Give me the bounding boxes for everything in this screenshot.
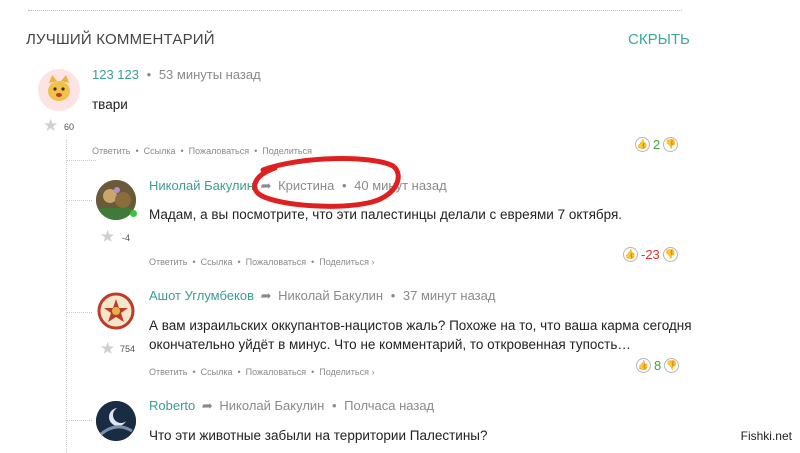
avatar[interactable] (38, 69, 80, 111)
emblem-icon (97, 292, 135, 330)
avatar[interactable] (96, 291, 136, 331)
comment-actions: Ответить • Ссылка • Пожаловаться • Поделиться … (149, 367, 374, 377)
link-link[interactable]: Ссылка (201, 367, 233, 377)
comment-score: 2 (653, 137, 661, 152)
reply-link[interactable]: Ответить (92, 146, 130, 156)
complain-link[interactable]: Пожаловаться (189, 146, 249, 156)
thumbs-up-icon[interactable]: 👍 (636, 358, 651, 373)
comment-meta: Ашот Углумбеков ➦ Николай Бакулин • 37 м… (149, 288, 495, 304)
author-name[interactable]: Николай Бакулин (149, 178, 254, 193)
comment-text: Мадам, а вы посмотрите, что эти палестин… (149, 207, 623, 222)
reply-link[interactable]: Ответить (149, 367, 187, 377)
watermark: Fishki.net (740, 429, 792, 443)
avatar-photo (96, 401, 136, 441)
author-name[interactable]: 123 123 (92, 67, 139, 82)
comment-time[interactable]: 37 минут назад (403, 288, 496, 303)
karma-value: 754 (120, 344, 136, 354)
reply-arrow-icon: ➦ (260, 178, 272, 193)
comment-actions: Ответить • Ссылка • Пожаловаться • Поделиться (92, 146, 312, 156)
comment-meta: 123 123 • 53 минуты назад (92, 67, 261, 82)
vote-controls: 👍 8 👎 (633, 358, 682, 373)
thread-branch (66, 312, 92, 313)
author-name[interactable]: Ашот Углумбеков (149, 288, 254, 303)
author-name[interactable]: Roberto (149, 398, 195, 413)
share-link[interactable]: Поделиться (262, 146, 312, 156)
meta-separator: • (331, 398, 337, 413)
comment-text-line-1: А вам израильских оккупантов-нацистов жа… (149, 318, 692, 333)
karma-value: 60 (64, 122, 75, 132)
rating-star-icon[interactable]: ★ (100, 340, 115, 357)
vote-controls: 👍 -23 👎 (620, 247, 681, 262)
comment-text-line-2: окончательно уйдёт в минус. Что не комме… (149, 337, 631, 352)
thumbs-up-icon[interactable]: 👍 (623, 247, 638, 262)
thread-branch (66, 200, 92, 201)
hide-button[interactable]: СКРЫТЬ (628, 31, 690, 48)
comment-time[interactable]: 40 минут назад (354, 178, 447, 193)
vote-controls: 👍 2 👎 (632, 137, 681, 152)
reply-to-name[interactable]: Кристина (278, 178, 334, 193)
comment-text: Что эти животные забыли на территории Па… (149, 428, 488, 443)
thumbs-down-icon[interactable]: 👎 (662, 247, 678, 262)
action-separator: • (237, 367, 241, 377)
comment-actions: Ответить • Ссылка • Пожаловаться • Поделиться … (149, 257, 374, 267)
complain-link[interactable]: Пожаловаться (246, 367, 306, 377)
karma-value: -4 (122, 233, 131, 243)
action-separator: • (192, 367, 196, 377)
share-link[interactable]: Поделиться (319, 257, 369, 267)
comment-score: 8 (654, 358, 662, 373)
comment-text: твари (92, 97, 128, 112)
meta-separator: • (341, 178, 347, 193)
reply-to-name[interactable]: Николай Бакулин (219, 398, 324, 413)
share-chevron-icon: › (371, 257, 375, 267)
action-separator: • (311, 257, 315, 267)
reply-arrow-icon: ➦ (201, 398, 213, 413)
section-title: ЛУЧШИЙ КОММЕНТАРИЙ (26, 31, 215, 48)
thread-branch (66, 420, 92, 421)
online-indicator (130, 210, 137, 217)
action-separator: • (180, 146, 184, 156)
rating-star-icon[interactable]: ★ (43, 117, 58, 134)
action-separator: • (254, 146, 258, 156)
action-separator: • (311, 367, 315, 377)
action-separator: • (237, 257, 241, 267)
thread-branch (66, 160, 96, 161)
cat-face-icon (48, 75, 70, 101)
complain-link[interactable]: Пожаловаться (246, 257, 306, 267)
reply-link[interactable]: Ответить (149, 257, 187, 267)
meta-separator: • (146, 67, 152, 82)
top-divider (28, 10, 682, 11)
link-link[interactable]: Ссылка (201, 257, 233, 267)
rating-star-icon[interactable]: ★ (100, 228, 115, 245)
avatar[interactable] (96, 401, 136, 441)
thumbs-up-icon[interactable]: 👍 (635, 137, 650, 152)
share-chevron-icon: › (371, 367, 375, 377)
comment-time[interactable]: Полчаса назад (344, 398, 434, 413)
thread-line-main (66, 140, 67, 453)
reply-arrow-icon: ➦ (260, 288, 272, 303)
reply-to-name[interactable]: Николай Бакулин (278, 288, 383, 303)
comment-score: -23 (641, 247, 660, 262)
link-link[interactable]: Ссылка (144, 146, 176, 156)
thumbs-down-icon[interactable]: 👎 (664, 358, 680, 373)
action-separator: • (135, 146, 139, 156)
thumbs-down-icon[interactable]: 👎 (663, 137, 679, 152)
comment-meta: Николай Бакулин ➦ Кристина • 40 минут на… (149, 178, 447, 194)
comment-time[interactable]: 53 минуты назад (159, 67, 261, 82)
share-link[interactable]: Поделиться (319, 367, 369, 377)
comment-meta: Roberto ➦ Николай Бакулин • Полчаса наза… (149, 398, 434, 414)
action-separator: • (192, 257, 196, 267)
meta-separator: • (390, 288, 396, 303)
